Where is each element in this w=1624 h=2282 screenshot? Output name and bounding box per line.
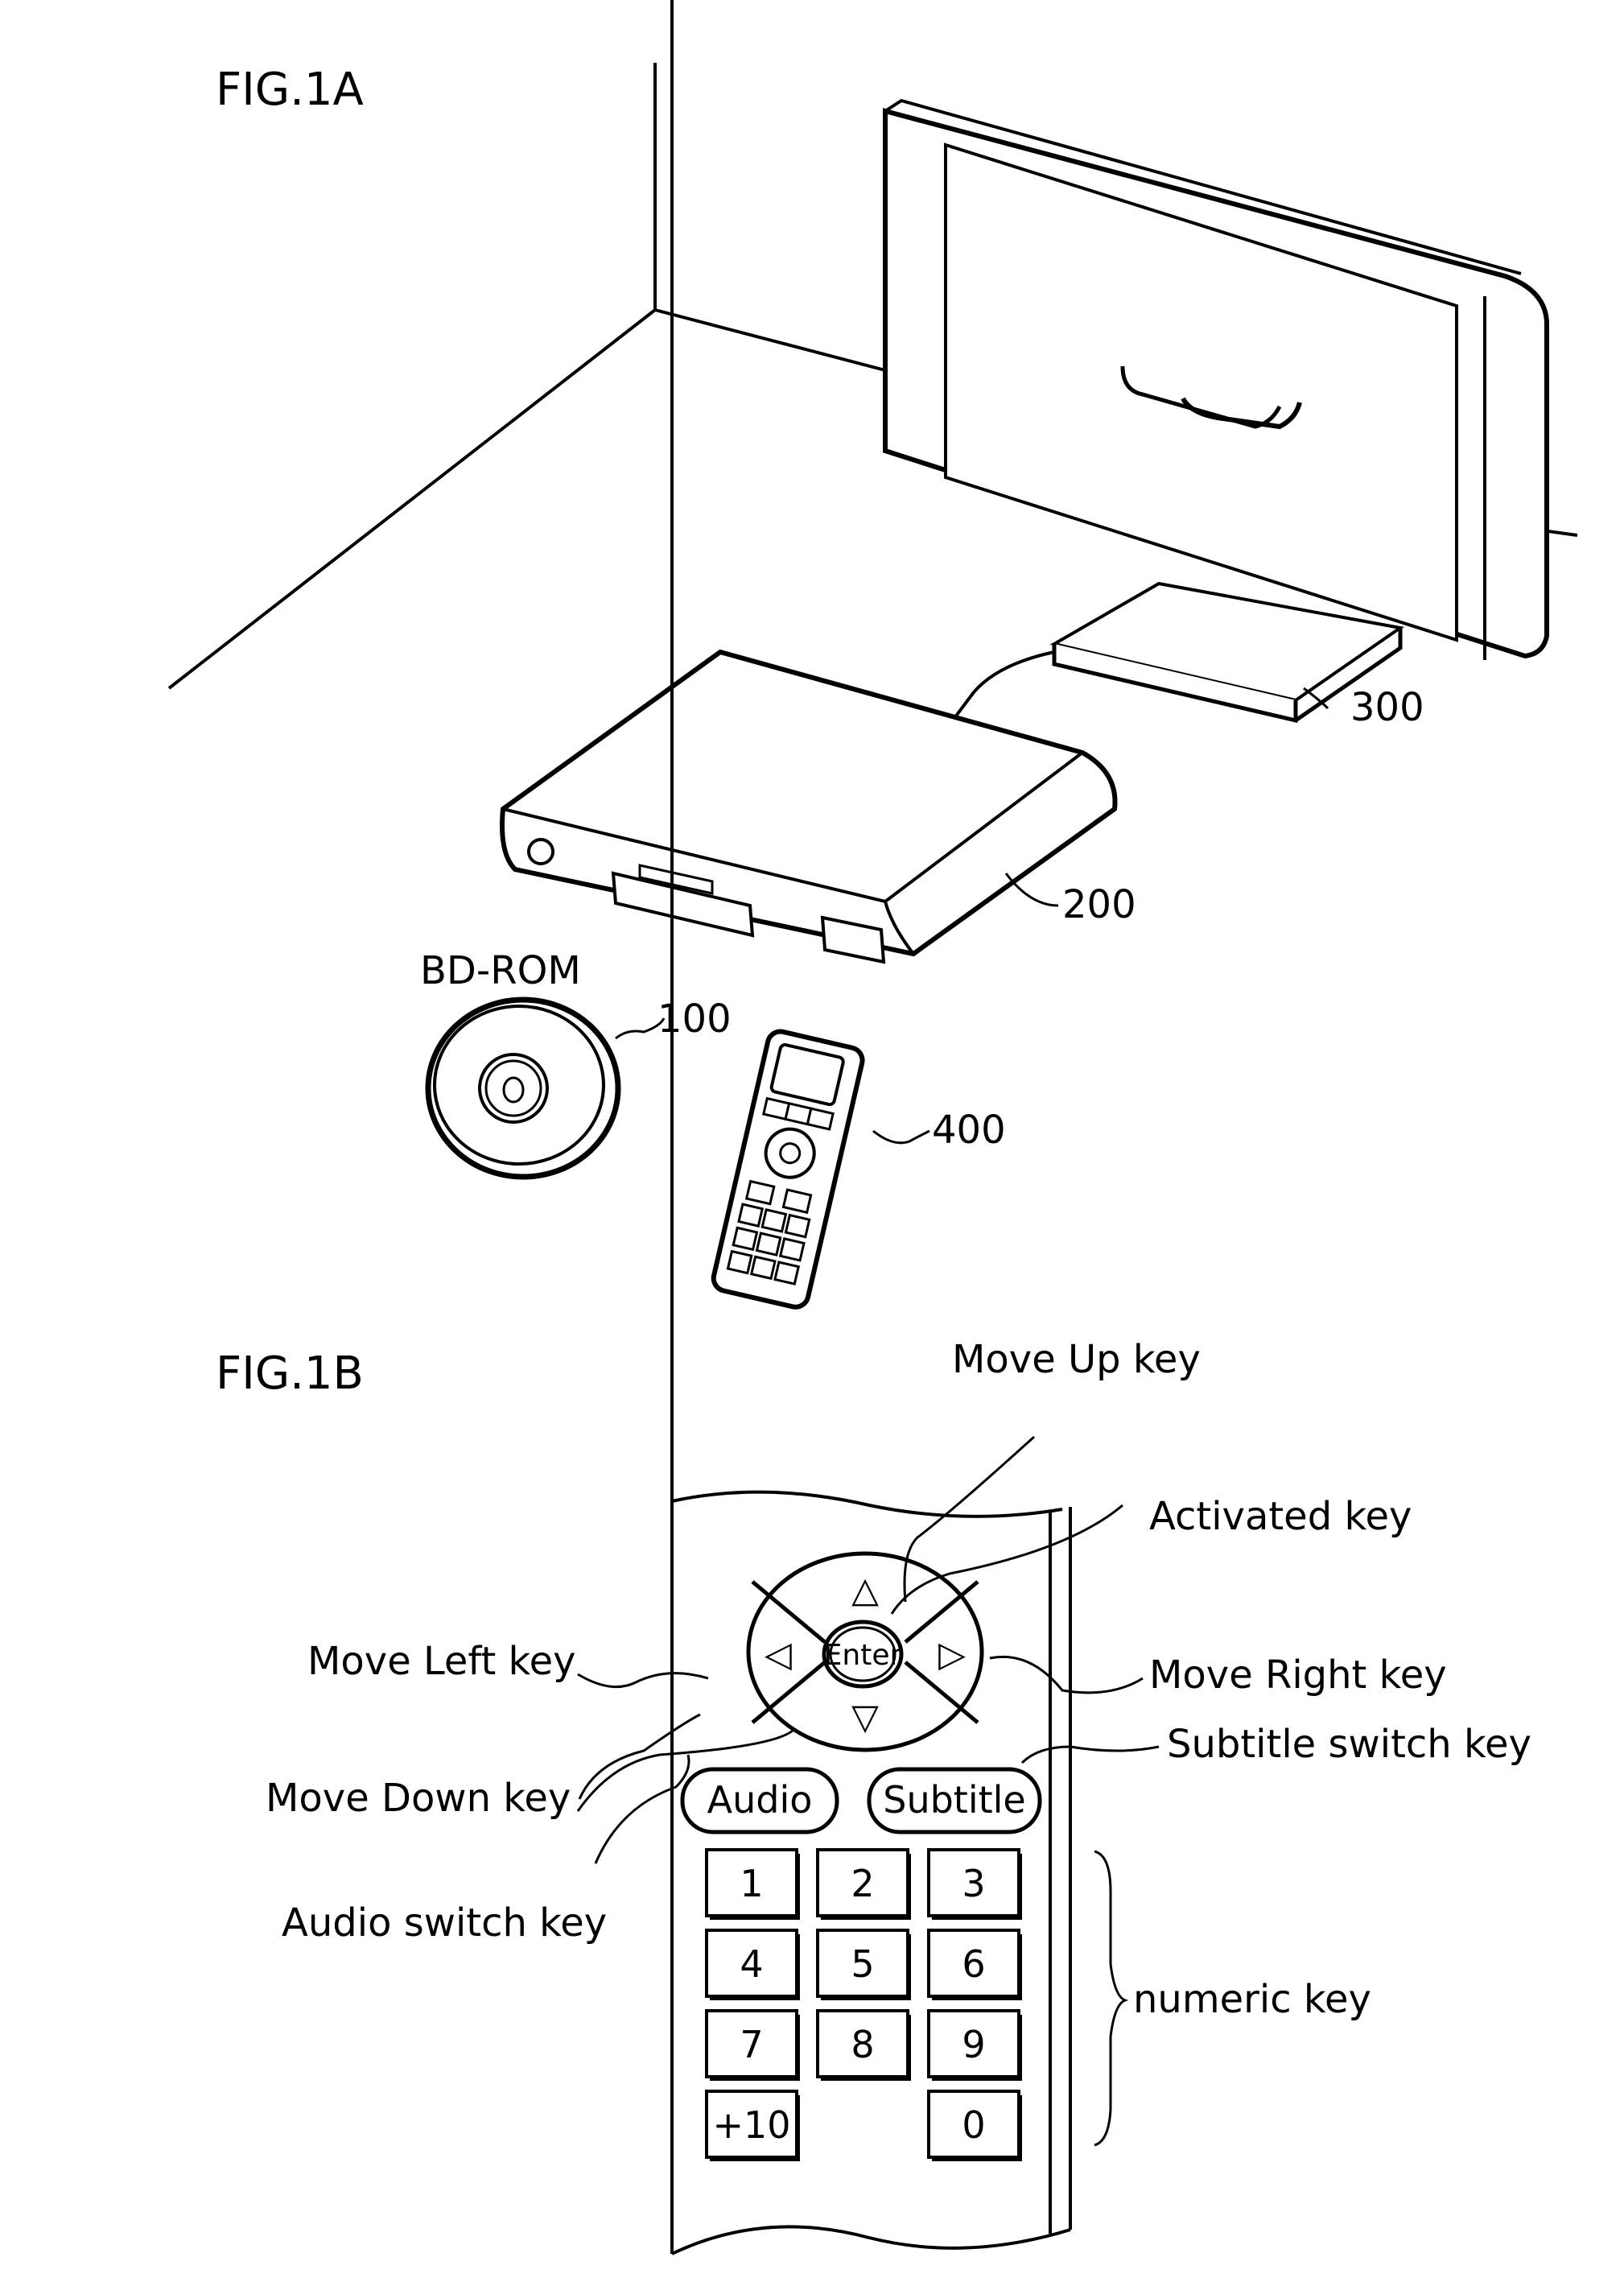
ref-label-300: 300 bbox=[1350, 685, 1424, 730]
callout-subtitle-switch-key: Subtitle switch key bbox=[1167, 1722, 1531, 1767]
move-down-key[interactable]: ▽ bbox=[851, 1697, 879, 1738]
patent-figure-canvas: FIG.1A 300 200 BD-ROM 100 400 FIG.1B △ ▽… bbox=[167, 0, 1578, 2255]
numeric-key-5[interactable]: 5 bbox=[816, 1929, 911, 2000]
bd-rom-disc-100 bbox=[425, 997, 621, 1180]
numeric-key-0[interactable]: 0 bbox=[927, 2090, 1022, 2161]
callout-move-down-key: Move Down key bbox=[266, 1776, 571, 1821]
fig-1b-title: FIG.1B bbox=[216, 1347, 364, 1400]
ref-label-100: 100 bbox=[657, 997, 732, 1042]
subtitle-switch-key[interactable]: Subtitle bbox=[867, 1767, 1042, 1834]
numeric-keypad: 1 2 3 4 5 6 7 8 9 +10 0 bbox=[705, 1848, 1022, 2161]
numeric-key-label: 0 bbox=[962, 2103, 985, 2147]
enter-key-label: Enter bbox=[824, 1639, 902, 1672]
tv-display-300 bbox=[883, 98, 1549, 724]
leader-line-400 bbox=[872, 1129, 930, 1145]
disc-name-label: BD-ROM bbox=[420, 948, 581, 993]
numeric-key-2[interactable]: 2 bbox=[816, 1848, 911, 1920]
enter-key[interactable]: Enter bbox=[822, 1620, 904, 1689]
callout-activated-key: Activated key bbox=[1149, 1494, 1412, 1539]
fig-1a-title: FIG.1A bbox=[216, 64, 364, 116]
bd-player-200 bbox=[500, 649, 1118, 964]
move-left-key[interactable]: ◁ bbox=[764, 1634, 792, 1675]
move-up-key[interactable]: △ bbox=[851, 1570, 879, 1611]
av-cable bbox=[948, 650, 1055, 726]
numeric-key-label: 2 bbox=[851, 1862, 874, 1905]
numeric-key-plus10[interactable]: +10 bbox=[705, 2090, 800, 2161]
numeric-key-9[interactable]: 9 bbox=[927, 2009, 1022, 2081]
numeric-key-4[interactable]: 4 bbox=[705, 1929, 800, 2000]
audio-key-label: Audio bbox=[707, 1778, 813, 1822]
audio-switch-key[interactable]: Audio bbox=[680, 1767, 839, 1834]
callout-move-left-key: Move Left key bbox=[307, 1639, 576, 1684]
move-right-key[interactable]: ▷ bbox=[938, 1634, 966, 1675]
remote-control-400 bbox=[711, 1029, 865, 1310]
numeric-key-label: 3 bbox=[962, 1862, 985, 1905]
ref-label-200: 200 bbox=[1062, 882, 1136, 927]
callout-audio-switch-key: Audio switch key bbox=[282, 1900, 607, 1946]
callout-move-up-key: Move Up key bbox=[952, 1337, 1201, 1382]
numeric-key-7[interactable]: 7 bbox=[705, 2009, 800, 2081]
numeric-key-label: 8 bbox=[851, 2023, 874, 2066]
numeric-key-label: 7 bbox=[740, 2023, 763, 2066]
numeric-key-label: +10 bbox=[712, 2103, 790, 2147]
numeric-key-8[interactable]: 8 bbox=[816, 2009, 911, 2081]
subtitle-key-label: Subtitle bbox=[883, 1778, 1026, 1822]
callout-numeric-key: numeric key bbox=[1133, 1977, 1371, 2022]
ref-label-400: 400 bbox=[932, 1108, 1006, 1153]
numeric-key-label: 1 bbox=[740, 1862, 763, 1905]
numeric-key-label: 6 bbox=[962, 1942, 985, 1986]
callout-move-right-key: Move Right key bbox=[1149, 1653, 1447, 1698]
numeric-key-3[interactable]: 3 bbox=[927, 1848, 1022, 1920]
numeric-key-label: 5 bbox=[851, 1942, 874, 1986]
numeric-key-label: 9 bbox=[962, 2023, 985, 2066]
numeric-key-label: 4 bbox=[740, 1942, 763, 1986]
numeric-key-6[interactable]: 6 bbox=[927, 1929, 1022, 2000]
leader-line-100 bbox=[615, 1017, 666, 1040]
numeric-key-1[interactable]: 1 bbox=[705, 1848, 800, 1920]
